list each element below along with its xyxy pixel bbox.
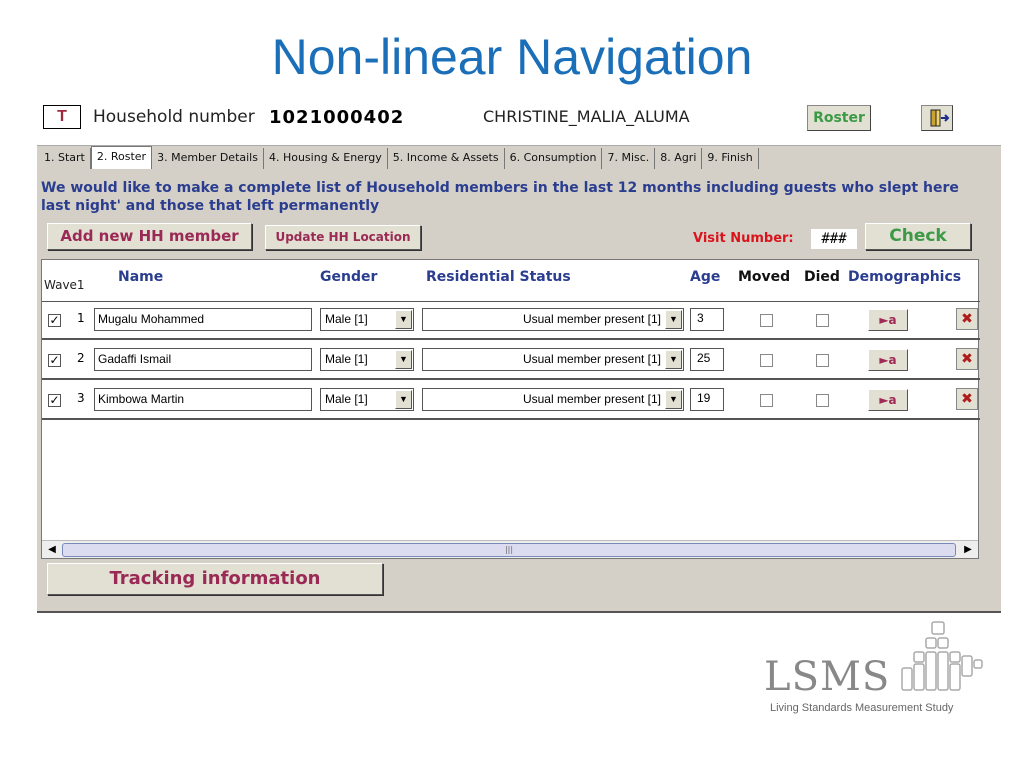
header-moved: Moved	[738, 269, 791, 285]
check-button[interactable]: Check	[865, 223, 971, 250]
moved-checkbox[interactable]	[760, 354, 773, 367]
gender-select[interactable]: Male [1] ▼	[320, 388, 414, 411]
add-member-button[interactable]: Add new HH member	[47, 223, 252, 250]
logo-text: LSMS	[764, 654, 891, 700]
row-number: 3	[77, 391, 85, 405]
demographics-button[interactable]: ►a	[868, 389, 908, 411]
member-grid: Wave1 Name Gender Residential Status Age…	[41, 259, 980, 559]
tab-bar: 1. Start 2. Roster 3. Member Details 4. …	[37, 145, 1001, 169]
gender-select[interactable]: Male [1] ▼	[320, 308, 414, 331]
app-window: T Household number 1021000402 CHRISTINE_…	[37, 95, 1001, 613]
chevron-down-icon[interactable]: ▼	[665, 350, 682, 369]
lsms-logo: LSMS Living Standards Measurement Study	[764, 620, 994, 720]
delete-member-icon[interactable]: ✖	[956, 348, 978, 370]
wave-checkbox[interactable]: ✓	[48, 394, 61, 407]
residential-status-select[interactable]: Usual member present [1] ▼	[422, 348, 684, 371]
scroll-thumb[interactable]: |||	[62, 543, 956, 557]
residential-status-select[interactable]: Usual member present [1] ▼	[422, 388, 684, 411]
moved-checkbox[interactable]	[760, 314, 773, 327]
t-button[interactable]: T	[43, 105, 81, 129]
tab-consumption[interactable]: 6. Consumption	[505, 148, 603, 169]
age-input[interactable]: 3	[690, 308, 724, 331]
household-number-value: 1021000402	[269, 107, 405, 128]
wave-checkbox[interactable]: ✓	[48, 314, 61, 327]
table-row: ✓ 2 Gadaffi Ismail Male [1] ▼ Usual membe…	[42, 342, 980, 380]
tab-misc[interactable]: 7. Misc.	[602, 148, 656, 169]
delete-member-icon[interactable]: ✖	[956, 308, 978, 330]
residential-status-value: Usual member present [1]	[522, 352, 661, 366]
delete-member-icon[interactable]: ✖	[956, 388, 978, 410]
chevron-down-icon[interactable]: ▼	[395, 350, 412, 369]
moved-checkbox[interactable]	[760, 394, 773, 407]
member-name-input[interactable]: Kimbowa Martin	[94, 388, 312, 411]
tab-housing-energy[interactable]: 4. Housing & Energy	[264, 148, 388, 169]
header-residential-status: Residential Status	[426, 269, 571, 285]
age-input[interactable]: 25	[690, 348, 724, 371]
chevron-down-icon[interactable]: ▼	[395, 390, 412, 409]
roster-button[interactable]: Roster	[807, 105, 871, 131]
gender-value: Male [1]	[325, 352, 368, 366]
table-row: ✓ 1 Mugalu Mohammed Male [1] ▼ Usual memb…	[42, 302, 980, 340]
tab-finish[interactable]: 9. Finish	[702, 148, 759, 169]
header-died: Died	[804, 269, 840, 285]
visit-number-label: Visit Number:	[693, 231, 794, 246]
scroll-left-icon[interactable]: ◀	[44, 543, 60, 557]
tab-roster[interactable]: 2. Roster	[90, 146, 153, 169]
app-header: T Household number 1021000402 CHRISTINE_…	[37, 95, 1001, 145]
intro-text: We would like to make a complete list of…	[41, 180, 959, 214]
logo-subtitle: Living Standards Measurement Study	[770, 702, 954, 714]
row-number: 2	[77, 351, 85, 365]
tracking-information-button[interactable]: Tracking information	[47, 563, 383, 595]
wave-checkbox[interactable]: ✓	[48, 354, 61, 367]
update-location-button[interactable]: Update HH Location	[265, 225, 421, 250]
household-head-name: CHRISTINE_MALIA_ALUMA	[483, 107, 690, 126]
household-number-label: Household number	[93, 107, 255, 127]
member-name-input[interactable]: Mugalu Mohammed	[94, 308, 312, 331]
age-input[interactable]: 19	[690, 388, 724, 411]
died-checkbox[interactable]	[816, 354, 829, 367]
horizontal-scrollbar[interactable]: ◀ ||| ▶	[42, 540, 978, 558]
died-checkbox[interactable]	[816, 394, 829, 407]
member-name-input[interactable]: Gadaffi Ismail	[94, 348, 312, 371]
visit-number-field[interactable]: ###	[811, 229, 857, 249]
gender-value: Male [1]	[325, 392, 368, 406]
tab-income-assets[interactable]: 5. Income & Assets	[388, 148, 505, 169]
scroll-right-icon[interactable]: ▶	[960, 543, 976, 557]
tab-agri[interactable]: 8. Agri	[655, 148, 703, 169]
tab-start[interactable]: 1. Start	[39, 148, 91, 169]
chevron-down-icon[interactable]: ▼	[665, 310, 682, 329]
roster-panel: We would like to make a complete list of…	[37, 169, 1001, 611]
residential-status-value: Usual member present [1]	[522, 392, 661, 406]
header-gender: Gender	[320, 269, 378, 285]
demographics-button[interactable]: ►a	[868, 349, 908, 371]
tab-member-details[interactable]: 3. Member Details	[152, 148, 264, 169]
table-row: ✓ 3 Kimbowa Martin Male [1] ▼ Usual membe…	[42, 382, 980, 420]
exit-button[interactable]	[921, 105, 953, 131]
header-demographics: Demographics	[848, 269, 962, 285]
residential-status-select[interactable]: Usual member present [1] ▼	[422, 308, 684, 331]
residential-status-value: Usual member present [1]	[522, 312, 661, 326]
chevron-down-icon[interactable]: ▼	[395, 310, 412, 329]
header-name: Name	[118, 269, 164, 285]
exit-door-icon	[930, 109, 950, 127]
slide-title: Non-linear Navigation	[271, 29, 753, 85]
gender-value: Male [1]	[325, 312, 368, 326]
gender-select[interactable]: Male [1] ▼	[320, 348, 414, 371]
header-age: Age	[690, 269, 721, 285]
row-number: 1	[77, 311, 85, 325]
died-checkbox[interactable]	[816, 314, 829, 327]
chevron-down-icon[interactable]: ▼	[665, 390, 682, 409]
demographics-button[interactable]: ►a	[868, 309, 908, 331]
